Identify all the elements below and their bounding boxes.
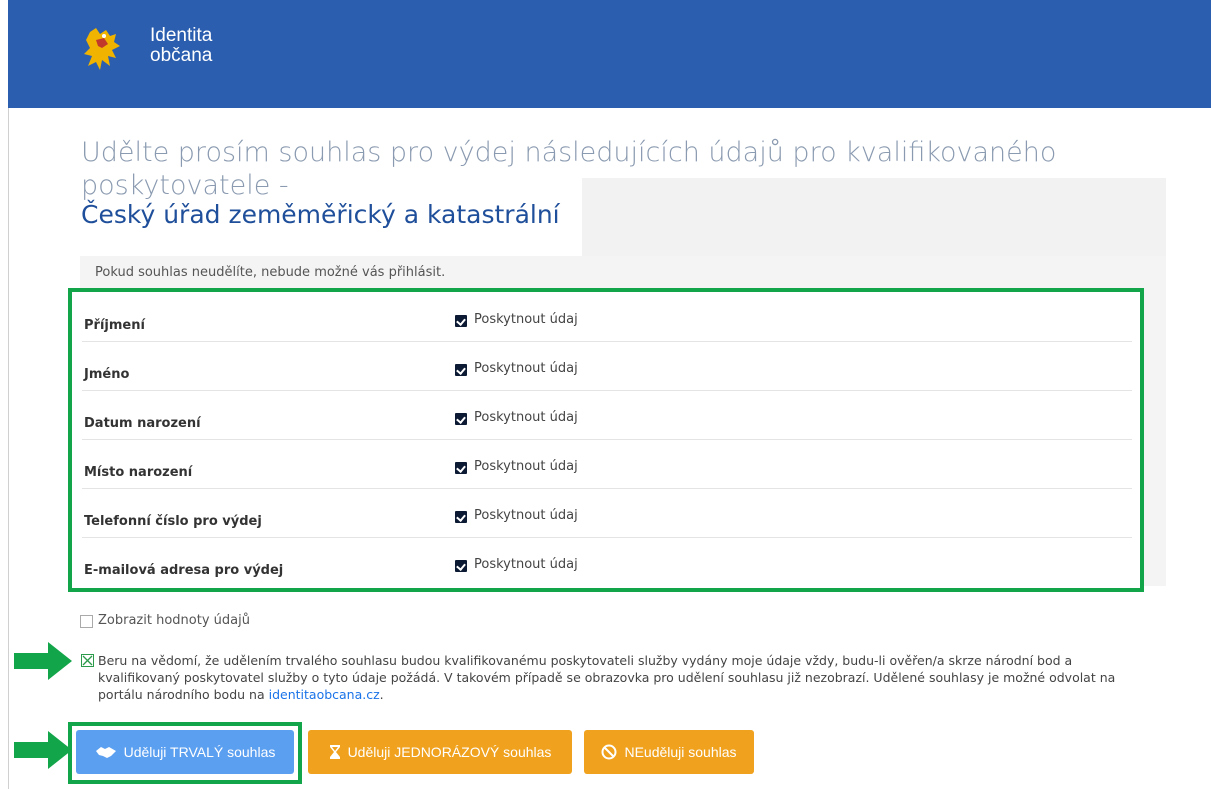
table-row: E-mailová adresa pro výdej Poskytnout úd… — [82, 537, 1132, 586]
button-label: Uděluji JEDNORÁZOVÝ souhlas — [347, 744, 552, 760]
deny-consent-button[interactable]: NEuděluji souhlas — [584, 730, 754, 774]
table-row: Příjmení Poskytnout údaj — [82, 292, 1132, 342]
page-border — [8, 0, 9, 789]
provide-checkbox[interactable] — [455, 364, 467, 376]
consent-suffix: . — [379, 687, 384, 702]
brand-line1: Identita — [150, 25, 213, 46]
hourglass-icon — [329, 745, 340, 759]
table-row: Jméno Poskytnout údaj — [82, 341, 1132, 391]
show-values-label[interactable]: Zobrazit hodnoty údajů — [98, 613, 250, 628]
provide-checkbox[interactable] — [455, 462, 467, 474]
provide-checkbox-label[interactable]: Poskytnout údaj — [474, 557, 578, 572]
page-title: Udělte prosím souhlas pro výdej následuj… — [81, 137, 1057, 201]
attribute-label: Datum narození — [84, 416, 201, 431]
provide-checkbox-label[interactable]: Poskytnout údaj — [474, 410, 578, 425]
brand-line2: občana — [150, 45, 213, 66]
provide-checkbox-label[interactable]: Poskytnout údaj — [474, 312, 578, 327]
attribute-label: Příjmení — [84, 318, 145, 333]
permanent-consent-checkbox[interactable] — [81, 654, 94, 667]
permanent-consent-text: Beru na vědomí, že udělením trvalého sou… — [98, 652, 1138, 703]
grant-one-time-consent-button[interactable]: Uděluji JEDNORÁZOVÝ souhlas — [308, 730, 572, 774]
provide-checkbox-label[interactable]: Poskytnout údaj — [474, 459, 578, 474]
provide-checkbox-label[interactable]: Poskytnout údaj — [474, 508, 578, 523]
show-values-checkbox[interactable] — [80, 615, 93, 628]
consent-statement: Beru na vědomí, že udělením trvalého sou… — [98, 653, 1116, 702]
attribute-label: Místo narození — [84, 465, 193, 480]
table-row: Místo narození Poskytnout údaj — [82, 439, 1132, 489]
table-row: Datum narození Poskytnout údaj — [82, 390, 1132, 440]
table-row: Telefonní číslo pro výdej Poskytnout úda… — [82, 488, 1132, 538]
button-label: Uděluji TRVALÝ souhlas — [123, 744, 276, 760]
provide-checkbox[interactable] — [455, 511, 467, 523]
identitaobcana-link[interactable]: identitaobcana.cz — [269, 687, 380, 702]
provide-checkbox[interactable] — [455, 413, 467, 425]
button-label: NEuděluji souhlas — [624, 744, 737, 760]
lion-logo-icon — [84, 28, 120, 70]
handshake-icon — [95, 747, 116, 758]
attribute-label: Telefonní číslo pro výdej — [84, 514, 262, 529]
grant-permanent-consent-button[interactable]: Uděluji TRVALÝ souhlas — [76, 730, 294, 774]
provider-name: Český úřad zeměměřický a katastrální — [81, 200, 560, 229]
arrow-right-icon — [14, 731, 72, 769]
attribute-label: Jméno — [84, 367, 130, 382]
attribute-label: E-mailová adresa pro výdej — [84, 563, 284, 578]
provide-checkbox[interactable] — [455, 315, 467, 327]
provide-checkbox[interactable] — [455, 560, 467, 572]
provide-checkbox-label[interactable]: Poskytnout údaj — [474, 361, 578, 376]
arrow-right-icon — [14, 642, 72, 680]
attributes-table: Příjmení Poskytnout údaj Jméno Poskytnou… — [68, 288, 1144, 592]
consent-notice: Pokud souhlas neudělíte, nebude možné vá… — [95, 265, 446, 280]
ban-icon — [601, 744, 617, 760]
brand-name: Identita občana — [150, 26, 212, 66]
check-x-icon — [82, 655, 93, 666]
